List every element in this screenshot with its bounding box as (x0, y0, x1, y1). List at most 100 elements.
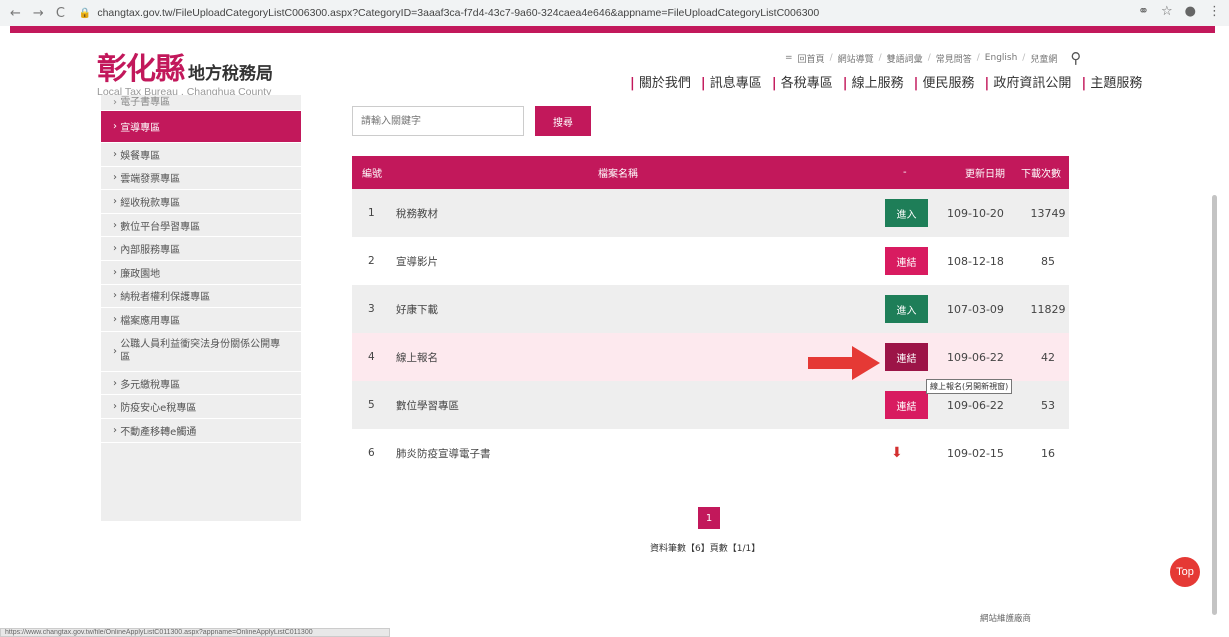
red-arrow-icon (808, 346, 880, 380)
utility-links: = 回首頁 / 網站導覽 / 雙語詞彙 / 常見問答 / English / 兒童網 ⚲ (785, 49, 1082, 67)
sidebar-item-active[interactable]: › 宣導專區 (101, 111, 301, 143)
forward-icon[interactable]: → (33, 6, 44, 21)
search-input[interactable] (352, 106, 524, 136)
extension-icon[interactable]: ⚭ (1138, 4, 1149, 19)
link-button[interactable]: 連結 (885, 391, 928, 419)
browser-nav: ← → C (10, 6, 65, 21)
profile-icon[interactable]: ● (1185, 4, 1196, 19)
file-table: 編號 檔案名稱 - 更新日期 下載次數 1 稅務教材 進入 109-10-20 … (352, 156, 1069, 477)
enter-button[interactable]: 進入 (885, 199, 928, 227)
util-link-english[interactable]: English (985, 53, 1018, 63)
row-name: 稅務教材 (396, 207, 438, 220)
util-link-kids[interactable]: 兒童網 (1030, 52, 1057, 65)
star-icon[interactable]: ☆ (1161, 4, 1173, 19)
lock-icon: 🔒 (78, 7, 92, 19)
pdf-icon[interactable]: ⬇ (891, 445, 903, 461)
address-bar[interactable]: 🔒 changtax.gov.tw/FileUploadCategoryList… (79, 7, 819, 19)
sidebar-item[interactable]: › 檔案應用專區 (101, 308, 301, 332)
sidebar-item[interactable]: › 經收稅款專區 (101, 190, 301, 214)
back-icon[interactable]: ← (10, 6, 21, 21)
logo-mark: 彰化縣 (97, 52, 185, 87)
header-action: - (903, 167, 907, 178)
util-link-home[interactable]: 回首頁 (798, 52, 825, 65)
table-header: 編號 檔案名稱 - 更新日期 下載次數 (352, 156, 1069, 189)
util-link-glossary[interactable]: 雙語詞彙 (887, 52, 923, 65)
row-downloads: 53 (1041, 398, 1055, 412)
reload-icon[interactable]: C (56, 6, 65, 21)
sidebar-item[interactable]: › 內部服務專區 (101, 237, 301, 261)
row-date: 108-12-18 (947, 254, 1004, 268)
sidebar-item[interactable]: › 防疫安心e稅專區 (101, 395, 301, 419)
row-downloads: 13749 (1030, 206, 1066, 220)
row-num: 3 (368, 303, 375, 315)
nav-tax[interactable]: 各稅專區 (781, 76, 833, 91)
sidebar-item[interactable]: › 多元繳稅專區 (101, 372, 301, 396)
back-to-top-button[interactable]: Top (1170, 557, 1200, 587)
search-icon[interactable]: ⚲ (1070, 49, 1081, 67)
table-row: 1 稅務教材 進入 109-10-20 13749 (352, 189, 1069, 237)
nav-gov-info[interactable]: 政府資訊公開 (993, 76, 1071, 91)
util-link-sitemap[interactable]: 網站導覽 (838, 52, 874, 65)
sidebar-item[interactable]: › 廉政園地 (101, 261, 301, 285)
row-downloads: 42 (1041, 350, 1055, 364)
logo-title: 地方稅務局 (188, 64, 273, 84)
sidebar: › 電子書專區 › 宣導專區 › 娛餐專區 › 雲端發票專區 › 經收稅款專區 … (101, 95, 301, 521)
row-num: 6 (368, 447, 375, 459)
page-button-current[interactable]: 1 (698, 507, 720, 529)
nav-theme[interactable]: 主題服務 (1090, 76, 1142, 91)
address-text[interactable]: changtax.gov.tw/FileUploadCategoryListC0… (97, 7, 819, 19)
sidebar-item[interactable]: › 娛餐專區 (101, 143, 301, 167)
util-equal-icon: = (785, 53, 793, 63)
row-date: 109-02-15 (947, 446, 1004, 460)
link-button[interactable]: 連結 (885, 247, 928, 275)
nav-about[interactable]: 關於我們 (639, 76, 691, 91)
sidebar-item[interactable]: › 不動產移轉e觸通 (101, 419, 301, 443)
site-logo[interactable]: 彰化縣 地方稅務局 Local Tax Bureau , Changhua Cou… (97, 44, 273, 98)
header-num: 編號 (362, 169, 382, 180)
row-date: 109-10-20 (947, 206, 1004, 220)
table-row: 2 宣導影片 連結 108-12-18 85 (352, 237, 1069, 285)
row-name: 肺炎防疫宣導電子書 (396, 447, 491, 460)
row-name: 宣導影片 (396, 255, 438, 268)
row-name: 好康下載 (396, 303, 438, 316)
row-downloads: 11829 (1030, 302, 1066, 316)
header-downloads: 下載次數 (1021, 169, 1061, 180)
enter-button[interactable]: 進入 (885, 295, 928, 323)
main-nav: | 關於我們 | 訊息專區 | 各稅專區 | 線上服務 | 便民服務 | 政府資… (630, 76, 1143, 91)
nav-news[interactable]: 訊息專區 (710, 76, 762, 91)
table-row: 3 好康下載 進入 107-03-09 11829 (352, 285, 1069, 333)
sidebar-item[interactable]: › 公職人員利益衝突法身份關係公開專區 (101, 332, 301, 372)
top-accent-bar (10, 26, 1215, 33)
row-num: 4 (368, 351, 375, 363)
row-date: 109-06-22 (947, 350, 1004, 364)
util-link-faq[interactable]: 常見問答 (936, 52, 972, 65)
table-row: 6 肺炎防疫宣導電子書 ⬇ 109-02-15 16 (352, 429, 1069, 477)
nav-online[interactable]: 線上服務 (852, 76, 904, 91)
header-date: 更新日期 (965, 169, 1005, 180)
footer-link[interactable]: 網站維護廠商 (980, 612, 1031, 624)
page-info: 資料筆數【6】頁數【1/1】 (650, 544, 761, 554)
browser-actions: ⚭ ☆ ● ⋮ (1138, 4, 1221, 19)
row-num: 1 (368, 207, 375, 219)
menu-icon[interactable]: ⋮ (1208, 4, 1221, 19)
sidebar-item[interactable]: › 雲端發票專區 (101, 167, 301, 191)
sidebar-item[interactable]: › 數位平台學習專區 (101, 214, 301, 238)
row-date: 107-03-09 (947, 302, 1004, 316)
row-name: 數位學習專區 (396, 399, 459, 412)
row-num: 5 (368, 399, 375, 411)
row-downloads: 16 (1041, 446, 1055, 460)
tooltip: 線上報名(另開新視窗) (926, 379, 1013, 394)
nav-service[interactable]: 便民服務 (923, 76, 975, 91)
row-downloads: 85 (1041, 254, 1055, 268)
scrollbar[interactable] (1212, 195, 1217, 615)
browser-toolbar: ← → C 🔒 changtax.gov.tw/FileUploadCatego… (0, 0, 1229, 26)
status-bar: https://www.changtax.gov.tw/file/OnlineA… (0, 628, 390, 637)
search-button[interactable]: 搜尋 (535, 106, 591, 136)
sidebar-item[interactable]: › 電子書專區 (101, 95, 301, 111)
header-name: 檔案名稱 (598, 169, 638, 180)
row-num: 2 (368, 255, 375, 267)
sidebar-item[interactable]: › 納稅者權利保護專區 (101, 285, 301, 309)
link-button-hover[interactable]: 連結 (885, 343, 928, 371)
row-name: 線上報名 (396, 351, 438, 364)
table-row-highlighted: 4 線上報名 連結 109-06-22 42 (352, 333, 1069, 381)
